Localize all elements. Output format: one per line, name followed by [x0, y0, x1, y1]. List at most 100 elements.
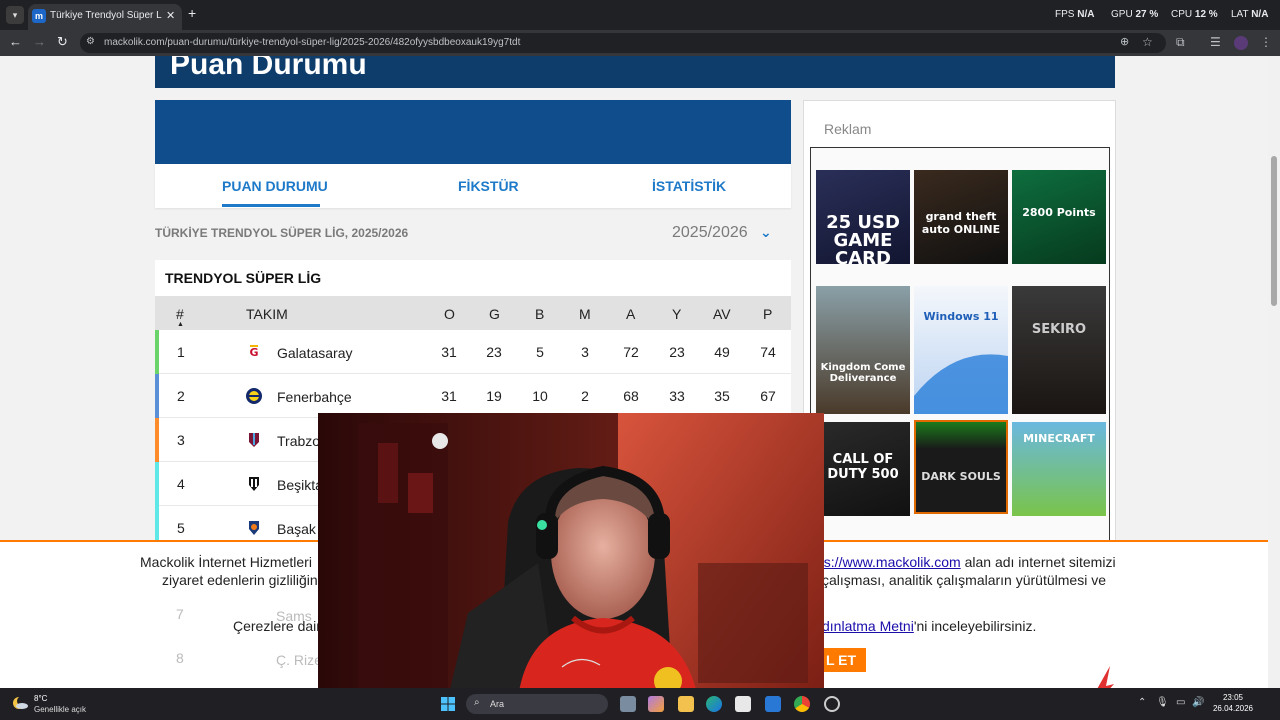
col-played[interactable]: O — [444, 306, 455, 322]
row-team-name[interactable]: Beşikta — [277, 477, 323, 493]
clock-date: 26.04.2026 — [1212, 704, 1254, 713]
store-icon[interactable] — [735, 696, 751, 712]
mail-icon[interactable] — [765, 696, 781, 712]
tab-istatistik[interactable]: İSTATİSTİK — [652, 178, 726, 194]
ad-tile-kingdom-come[interactable]: Kingdom Come Deliverance — [816, 286, 910, 414]
volume-icon[interactable]: 🔊 — [1192, 697, 1204, 708]
row-goal-diff: 35 — [714, 388, 730, 404]
row-rank: 2 — [177, 388, 185, 404]
league-banner — [155, 100, 791, 164]
ad-tile-dark-souls[interactable]: DARK SOULS — [914, 420, 1008, 514]
tab-puan-durumu[interactable]: PUAN DURUMU — [222, 178, 328, 194]
scrollbar-thumb[interactable] — [1271, 156, 1277, 306]
tab-close-icon[interactable]: ✕ — [166, 9, 175, 22]
row-drawn: 10 — [532, 388, 548, 404]
season-select[interactable]: 2025/2026 — [672, 224, 748, 242]
fps-readout: FPS N/A — [1055, 9, 1095, 20]
weather-temperature[interactable]: 8°C — [34, 694, 47, 703]
col-team[interactable]: TAKIM — [246, 306, 288, 322]
ad-tile-cod-points[interactable]: CALL OF DUTY 500 — [816, 422, 910, 516]
besiktas-crest-icon — [245, 475, 263, 493]
active-tab-indicator — [222, 204, 320, 207]
col-drawn[interactable]: B — [535, 306, 544, 322]
ad-tile-fc-points[interactable]: 2800 Points — [1012, 170, 1106, 264]
row-team-name[interactable]: Fenerbahçe — [277, 389, 352, 405]
browser-tab[interactable]: m Türkiye Trendyol Süper Lig 2025 ✕ — [28, 4, 182, 30]
extensions-icon[interactable]: ⧉ — [1176, 35, 1185, 50]
network-icon[interactable]: ▭ — [1176, 697, 1185, 708]
cookie-text-line1-tail: alan adı internet sitemizi — [964, 554, 1116, 570]
weather-moon-icon[interactable] — [12, 696, 28, 710]
file-explorer-icon[interactable] — [678, 696, 694, 712]
new-tab-icon[interactable]: + — [188, 5, 196, 21]
chevron-down-icon[interactable]: ⌄ — [760, 224, 772, 241]
ad-tile-nexon[interactable]: 25 USD GAME CARD — [816, 170, 910, 264]
taskbar-search[interactable]: ⌕ Ara — [466, 694, 608, 714]
row-rank: 1 — [177, 344, 185, 360]
col-rank[interactable]: # — [176, 306, 184, 322]
back-arrow-icon[interactable]: ← — [9, 34, 22, 49]
address-bar[interactable]: ⚙ mackolik.com/puan-durumu/türkiye-trend… — [80, 33, 1166, 53]
col-goals-for[interactable]: A — [626, 306, 635, 322]
ad-caption: MINECRAFT — [1023, 432, 1095, 445]
chrome-icon[interactable] — [794, 696, 810, 712]
search-icon: ⌕ — [474, 697, 480, 708]
col-goals-against[interactable]: Y — [672, 306, 681, 322]
task-view-icon[interactable] — [620, 696, 636, 712]
profile-avatar[interactable] — [1234, 36, 1248, 50]
cookie-text-line2-left: ziyaret edenlerin gizliliğin — [162, 572, 318, 588]
sort-asc-icon[interactable]: ▲ — [177, 321, 184, 328]
forward-arrow-icon[interactable]: → — [33, 34, 46, 49]
tab-list-icon[interactable]: ▾ — [6, 6, 24, 24]
ad-tile-gta[interactable]: grand theft auto ONLINE — [914, 170, 1008, 264]
ad-caption: CALL OF DUTY 500 — [827, 452, 899, 482]
gpu-readout: GPU 27 % — [1111, 9, 1159, 20]
col-goal-diff[interactable]: AV — [713, 306, 731, 322]
row-goals-against: 23 — [669, 344, 685, 360]
microphone-icon[interactable]: 🎙 — [1156, 697, 1169, 708]
taskbar-clock[interactable]: 23:05 26.04.2026 — [1210, 692, 1256, 714]
ad-tile-windows[interactable]: Windows 11 — [914, 286, 1008, 414]
tab-title: Türkiye Trendyol Süper Lig 2025 — [50, 10, 162, 21]
table-row[interactable]: 2 Fenerbahçe 31 19 10 2 68 33 35 67 — [155, 374, 791, 418]
webcam-overlay — [318, 413, 824, 698]
page-scrollbar[interactable] — [1268, 56, 1280, 688]
ad-tile-minecraft[interactable]: MINECRAFT — [1012, 422, 1106, 516]
reload-icon[interactable]: ↻ — [57, 34, 68, 50]
row-team-name[interactable]: Galatasaray — [277, 345, 352, 361]
row-played: 31 — [441, 344, 457, 360]
table-title: TRENDYOL SÜPER LİG — [165, 270, 322, 286]
row-team-name[interactable]: Başak — [277, 521, 316, 537]
row-goals-against: 33 — [669, 388, 685, 404]
row-won: 23 — [486, 344, 502, 360]
col-points[interactable]: P — [763, 306, 772, 322]
privacy-notice-link[interactable]: dınlatma Metni — [822, 618, 914, 634]
ad-caption: 2800 Points — [1022, 206, 1096, 219]
mackolik-link[interactable]: ps://www.mackolik.com — [816, 554, 961, 570]
weather-description[interactable]: Genellikle açık — [34, 705, 86, 714]
table-row[interactable]: 1 G Galatasaray 31 23 5 3 72 23 49 74 — [155, 330, 791, 374]
ad-tile-sekiro[interactable]: SEKIRO — [1012, 286, 1106, 414]
col-lost[interactable]: M — [579, 306, 591, 322]
tab-fikstur[interactable]: FİKSTÜR — [458, 178, 519, 194]
reading-list-icon[interactable]: ☰ — [1210, 35, 1221, 49]
zoom-icon[interactable]: ⊕ — [1120, 35, 1129, 48]
url-text[interactable]: mackolik.com/puan-durumu/türkiye-trendyo… — [104, 37, 520, 48]
lat-readout: LAT N/A — [1231, 9, 1269, 20]
tray-chevron-icon[interactable]: ⌃ — [1138, 697, 1146, 708]
row-rank: 4 — [177, 476, 185, 492]
bookmark-star-icon[interactable]: ☆ — [1142, 35, 1153, 49]
league-season-label: TÜRKİYE TRENDYOL SÜPER LİG, 2025/2026 — [155, 226, 409, 240]
cookie-text-line3-tail: 'ni inceleyebilirsiniz. — [913, 618, 1037, 634]
position-indicator — [155, 330, 159, 374]
windows-start-icon[interactable] — [441, 697, 455, 711]
ghost-row-rank: 7 — [176, 606, 184, 622]
obs-icon[interactable] — [824, 696, 840, 712]
copilot-icon[interactable] — [648, 696, 664, 712]
row-team-name[interactable]: Trabzo — [277, 433, 320, 449]
row-points: 67 — [760, 388, 776, 404]
menu-kebab-icon[interactable]: ⋮ — [1260, 35, 1272, 49]
edge-icon[interactable] — [706, 696, 722, 712]
col-won[interactable]: G — [489, 306, 500, 322]
site-info-icon[interactable]: ⚙ — [86, 36, 95, 47]
